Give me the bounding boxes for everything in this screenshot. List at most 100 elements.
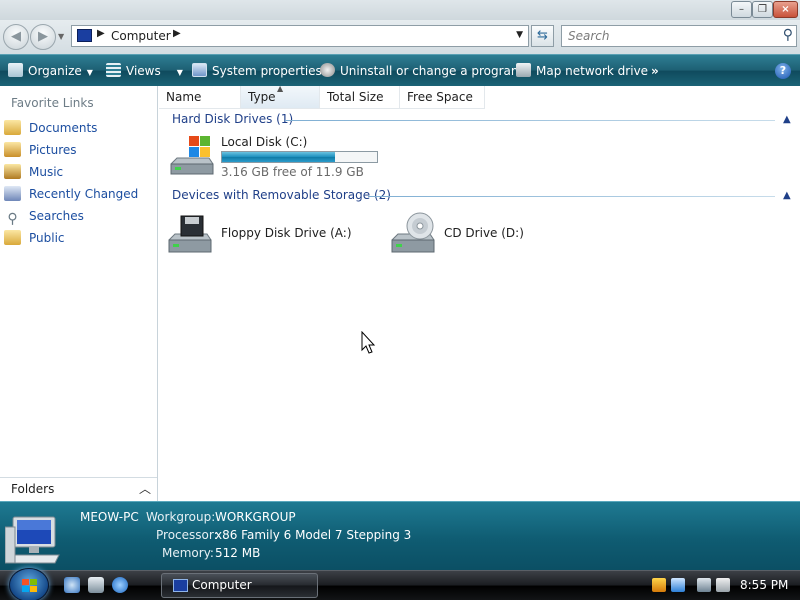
navigation-pane: Favorite Links Documents Pictures Music … xyxy=(0,86,158,501)
folders-label: Folders xyxy=(11,482,55,496)
pictures-folder-icon xyxy=(4,142,21,157)
organize-button[interactable]: Organize ▼ xyxy=(8,62,93,80)
sidebar-item-label: Pictures xyxy=(29,143,77,157)
address-bar[interactable]: ▶ Computer ▶ ▼ xyxy=(71,25,529,47)
public-folder-icon xyxy=(4,230,21,245)
breadcrumb-arrow-icon[interactable]: ▶ xyxy=(173,28,181,39)
local-disk-icon[interactable] xyxy=(169,134,215,178)
recent-pages-dropdown[interactable]: ▼ xyxy=(58,32,64,41)
refresh-button[interactable]: ⇆ xyxy=(531,25,554,47)
update-icon[interactable] xyxy=(671,578,685,592)
chevron-up-icon[interactable]: ︿ xyxy=(139,480,151,497)
recently-changed-icon xyxy=(4,186,21,201)
map-network-drive-button[interactable]: Map network drive xyxy=(516,62,648,80)
system-properties-label: System properties xyxy=(212,64,322,78)
show-desktop-icon[interactable] xyxy=(88,577,104,593)
system-properties-button[interactable]: System properties xyxy=(192,62,322,80)
computer-icon xyxy=(173,579,188,592)
computer-icon xyxy=(5,516,60,564)
clock[interactable]: 8:55 PM xyxy=(740,578,788,592)
sidebar-item-recently-changed[interactable]: Recently Changed xyxy=(4,184,138,204)
local-disk-label[interactable]: Local Disk (C:) xyxy=(221,135,307,149)
workgroup-label: Workgroup: xyxy=(146,510,216,524)
sidebar-item-pictures[interactable]: Pictures xyxy=(4,140,77,160)
uninstall-label: Uninstall or change a program xyxy=(340,64,523,78)
group-header-removable-storage[interactable]: Devices with Removable Storage (2) xyxy=(172,188,391,204)
searches-icon: ⚲ xyxy=(7,211,18,227)
quick-launch-ie-icon[interactable] xyxy=(64,577,80,593)
uninstall-program-button[interactable]: Uninstall or change a program xyxy=(320,62,523,80)
floppy-drive-label[interactable]: Floppy Disk Drive (A:) xyxy=(221,226,352,240)
sort-arrow-icon: ▲ xyxy=(277,84,284,93)
search-input[interactable] xyxy=(562,26,772,46)
maximize-button[interactable]: ❐ xyxy=(752,1,773,18)
floppy-drive-icon[interactable] xyxy=(167,214,213,256)
cd-drive-icon[interactable] xyxy=(390,212,438,256)
internet-explorer-icon[interactable] xyxy=(112,577,128,593)
back-button[interactable]: ◀ xyxy=(3,24,29,50)
sidebar-item-searches[interactable]: ⚲ Searches xyxy=(4,206,84,227)
minimize-button[interactable]: – xyxy=(731,1,752,18)
cd-drive-label[interactable]: CD Drive (D:) xyxy=(444,226,524,240)
taskbar-button-computer[interactable]: Computer xyxy=(161,573,318,598)
disk-usage-fill xyxy=(222,152,336,162)
memory-label: Memory: xyxy=(162,546,214,560)
address-dropdown-icon[interactable]: ▼ xyxy=(516,30,523,40)
security-shield-icon[interactable] xyxy=(652,578,666,592)
folders-toggle[interactable]: Folders ︿ xyxy=(0,477,157,501)
details-pane: MEOW-PC Workgroup: WORKGROUP Processor: … xyxy=(0,501,800,570)
workgroup-value: WORKGROUP xyxy=(215,510,296,524)
collapse-group-icon[interactable]: ▲ xyxy=(783,190,791,201)
local-disk-free-space: 3.16 GB free of 11.9 GB xyxy=(221,165,364,179)
taskbar: Computer 8:55 PM xyxy=(0,568,800,600)
sidebar-item-label: Music xyxy=(29,165,64,179)
command-bar: Organize ▼ Views ▼ System properties Unins… xyxy=(0,54,800,86)
search-box[interactable]: ⚲ xyxy=(561,25,797,47)
system-properties-icon xyxy=(192,63,207,77)
file-list: Name Type ▲ Total Size Free Space Hard D… xyxy=(159,84,800,501)
chevron-down-icon: ▼ xyxy=(176,68,183,77)
views-button[interactable]: Views ▼ xyxy=(106,62,183,80)
network-icon[interactable] xyxy=(697,578,711,592)
search-icon[interactable]: ⚲ xyxy=(783,27,793,43)
processor-label: Processor: xyxy=(156,528,218,542)
windows-logo-icon xyxy=(22,579,37,592)
more-commands-button[interactable]: » xyxy=(651,62,659,80)
group-divider xyxy=(285,120,775,121)
computer-icon xyxy=(77,29,92,42)
views-icon xyxy=(106,63,121,77)
memory-value: 512 MB xyxy=(215,546,261,560)
sidebar-item-label: Documents xyxy=(29,121,98,135)
sidebar-item-label: Recently Changed xyxy=(29,187,139,201)
mouse-pointer-icon xyxy=(361,331,376,354)
processor-value: x86 Family 6 Model 7 Stepping 3 xyxy=(215,528,412,542)
views-label: Views xyxy=(126,64,161,78)
sidebar-item-documents[interactable]: Documents xyxy=(4,118,97,138)
address-breadcrumb[interactable]: Computer xyxy=(111,29,171,43)
chevron-down-icon: ▼ xyxy=(86,68,93,77)
help-icon[interactable]: ? xyxy=(775,63,791,79)
group-header-hard-disk-drives[interactable]: Hard Disk Drives (1) xyxy=(172,112,293,128)
collapse-group-icon[interactable]: ▲ xyxy=(783,114,791,125)
forward-button[interactable]: ▶ xyxy=(30,24,56,50)
column-header-name[interactable]: Name xyxy=(159,86,241,109)
organize-icon xyxy=(8,63,23,77)
disk-usage-bar xyxy=(221,151,378,163)
navigation-bar: ◀ ▶ ▼ ▶ Computer ▶ ▼ ⇆ ⚲ xyxy=(0,20,800,54)
sidebar-item-label: Searches xyxy=(29,209,84,223)
column-header-free-space[interactable]: Free Space xyxy=(400,86,485,109)
network-drive-icon xyxy=(516,63,531,77)
documents-folder-icon xyxy=(4,120,21,135)
sidebar-item-public[interactable]: Public xyxy=(4,228,65,248)
taskbar-button-label: Computer xyxy=(192,578,252,592)
sidebar-item-music[interactable]: Music xyxy=(4,162,63,182)
volume-muted-icon[interactable] xyxy=(716,578,730,592)
computer-name: MEOW-PC xyxy=(80,510,139,524)
breadcrumb-arrow-icon[interactable]: ▶ xyxy=(97,28,105,39)
column-header-total-size[interactable]: Total Size xyxy=(320,86,400,109)
music-folder-icon xyxy=(4,164,21,179)
sidebar-item-label: Public xyxy=(29,231,65,245)
start-button[interactable] xyxy=(9,568,49,600)
close-button[interactable]: × xyxy=(773,1,798,18)
map-drive-label: Map network drive xyxy=(536,64,649,78)
